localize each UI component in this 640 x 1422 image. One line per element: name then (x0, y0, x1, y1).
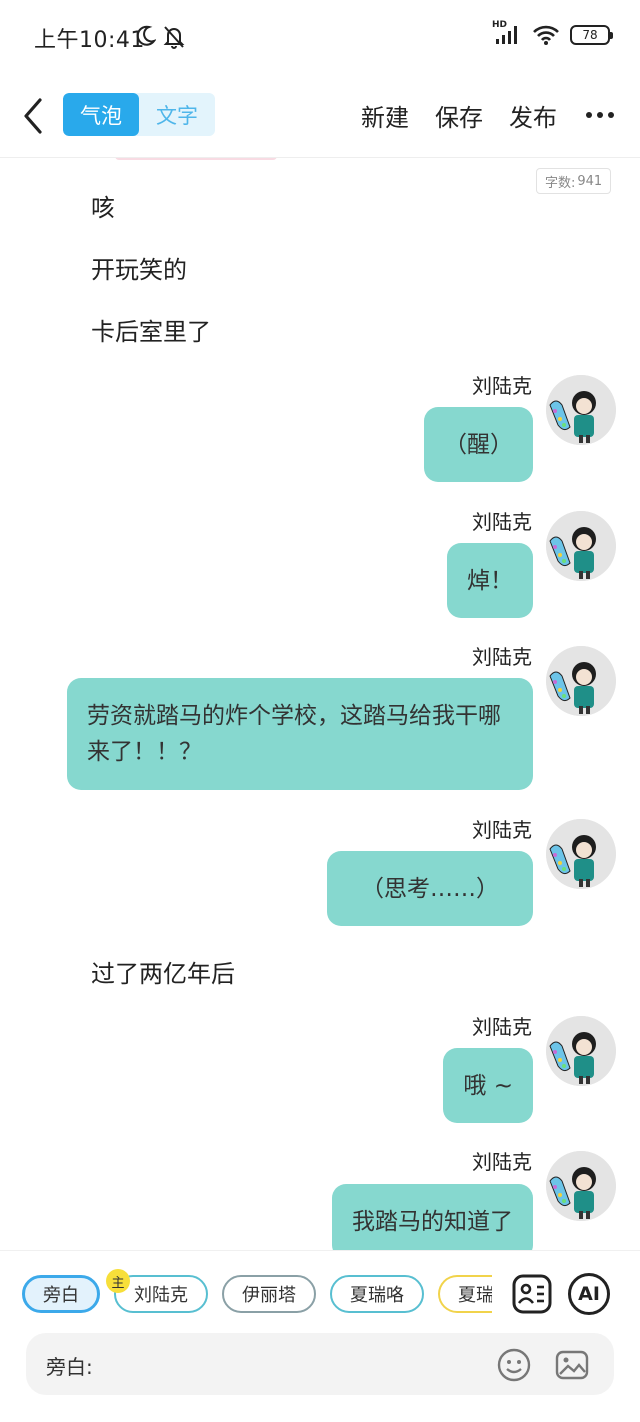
speaker-name: 刘陆克 (472, 510, 532, 534)
message-bubble[interactable]: （思考……） (327, 851, 533, 926)
character-avatar-icon (546, 819, 616, 889)
main-character-badge: 主 (106, 1269, 130, 1293)
narration-line[interactable]: 卡后室里了 (91, 312, 211, 347)
speaker-name: 刘陆克 (472, 1015, 532, 1039)
message-bubble[interactable]: 焯！ (447, 543, 533, 618)
word-count-badge: 字数: 941 (536, 168, 612, 194)
narration-line[interactable]: 开玩笑的 (91, 250, 187, 285)
image-icon[interactable] (554, 1347, 590, 1383)
mode-toggle: 气泡 文字 (63, 93, 215, 136)
character-avatar-icon (546, 646, 616, 716)
chat-area[interactable]: 字数: 941 咳 开玩笑的 卡后室里了 刘陆克 （醒） 刘陆克 焯！ 刘陆克 … (0, 158, 640, 1250)
speaker-name: 刘陆克 (472, 374, 532, 398)
dot (608, 112, 614, 118)
dot (597, 112, 603, 118)
input-speaker-prefix: 旁白: (46, 1355, 93, 1379)
top-toolbar: 气泡 文字 新建 保存 发布 (0, 74, 640, 158)
mode-text-button[interactable]: 文字 (139, 93, 215, 136)
bottom-panel: 旁白 主 刘陆克 伊丽塔 夏瑞咯 夏瑞 AI 旁白: (0, 1250, 640, 1422)
mode-bubble-button[interactable]: 气泡 (63, 93, 139, 136)
emoji-icon[interactable] (496, 1347, 532, 1383)
message-bubble[interactable]: 劳资就踏马的炸个学校，这踏马给我干哪来了！！？ (67, 678, 533, 790)
wifi-icon (533, 25, 559, 45)
character-chip-xiaruige[interactable]: 夏瑞咯 (330, 1275, 424, 1313)
speaker-name: 刘陆克 (472, 818, 532, 842)
avatar[interactable] (546, 819, 616, 889)
status-right: HD 78 (492, 20, 613, 46)
character-chip-xiarui[interactable]: 夏瑞 (438, 1275, 492, 1313)
more-options-button[interactable] (586, 112, 614, 118)
character-chip-narrator[interactable]: 旁白 (22, 1275, 100, 1313)
character-card-icon[interactable] (511, 1273, 553, 1315)
narration-line[interactable]: 咳 (91, 188, 115, 223)
avatar[interactable] (546, 375, 616, 445)
previous-bubble-edge (115, 158, 277, 160)
publish-button[interactable]: 发布 (509, 98, 557, 133)
speaker-name: 刘陆克 (472, 645, 532, 669)
new-button[interactable]: 新建 (361, 98, 409, 133)
mute-bell-icon (163, 26, 185, 49)
avatar[interactable] (546, 1151, 616, 1221)
ai-button[interactable]: AI (568, 1273, 610, 1315)
message-input[interactable] (108, 1345, 488, 1383)
character-avatar-icon (546, 1016, 616, 1086)
avatar[interactable] (546, 511, 616, 581)
word-count-label: 字数: (545, 175, 576, 191)
dot (586, 112, 592, 118)
character-avatar-icon (546, 1151, 616, 1221)
status-bar: 上午10:41 HD 78 (0, 0, 640, 74)
input-box: 旁白: (26, 1333, 614, 1395)
speaker-name: 刘陆克 (472, 1150, 532, 1174)
word-count-value: 941 (577, 173, 603, 189)
message-bubble[interactable]: 我踏马的知道了 (332, 1184, 533, 1250)
save-button[interactable]: 保存 (435, 98, 483, 133)
status-time: 上午10:41 (34, 28, 145, 53)
character-chip-yilita[interactable]: 伊丽塔 (222, 1275, 316, 1313)
back-arrow-icon[interactable] (18, 94, 50, 138)
avatar[interactable] (546, 646, 616, 716)
battery-indicator: 78 (570, 25, 613, 45)
avatar[interactable] (546, 1016, 616, 1086)
message-bubble[interactable]: 哦 ~ (443, 1048, 533, 1123)
character-avatar-icon (546, 511, 616, 581)
narration-line[interactable]: 过了两亿年后 (91, 954, 235, 989)
message-bubble[interactable]: （醒） (424, 407, 533, 482)
character-avatar-icon (546, 375, 616, 445)
cell-signal-icon: HD (492, 20, 522, 46)
moon-icon (136, 25, 156, 46)
chat-editor-screen: 上午10:41 HD 78 气泡 文字 新建 保存 发布 字数: 941 咳 开… (0, 0, 640, 1422)
